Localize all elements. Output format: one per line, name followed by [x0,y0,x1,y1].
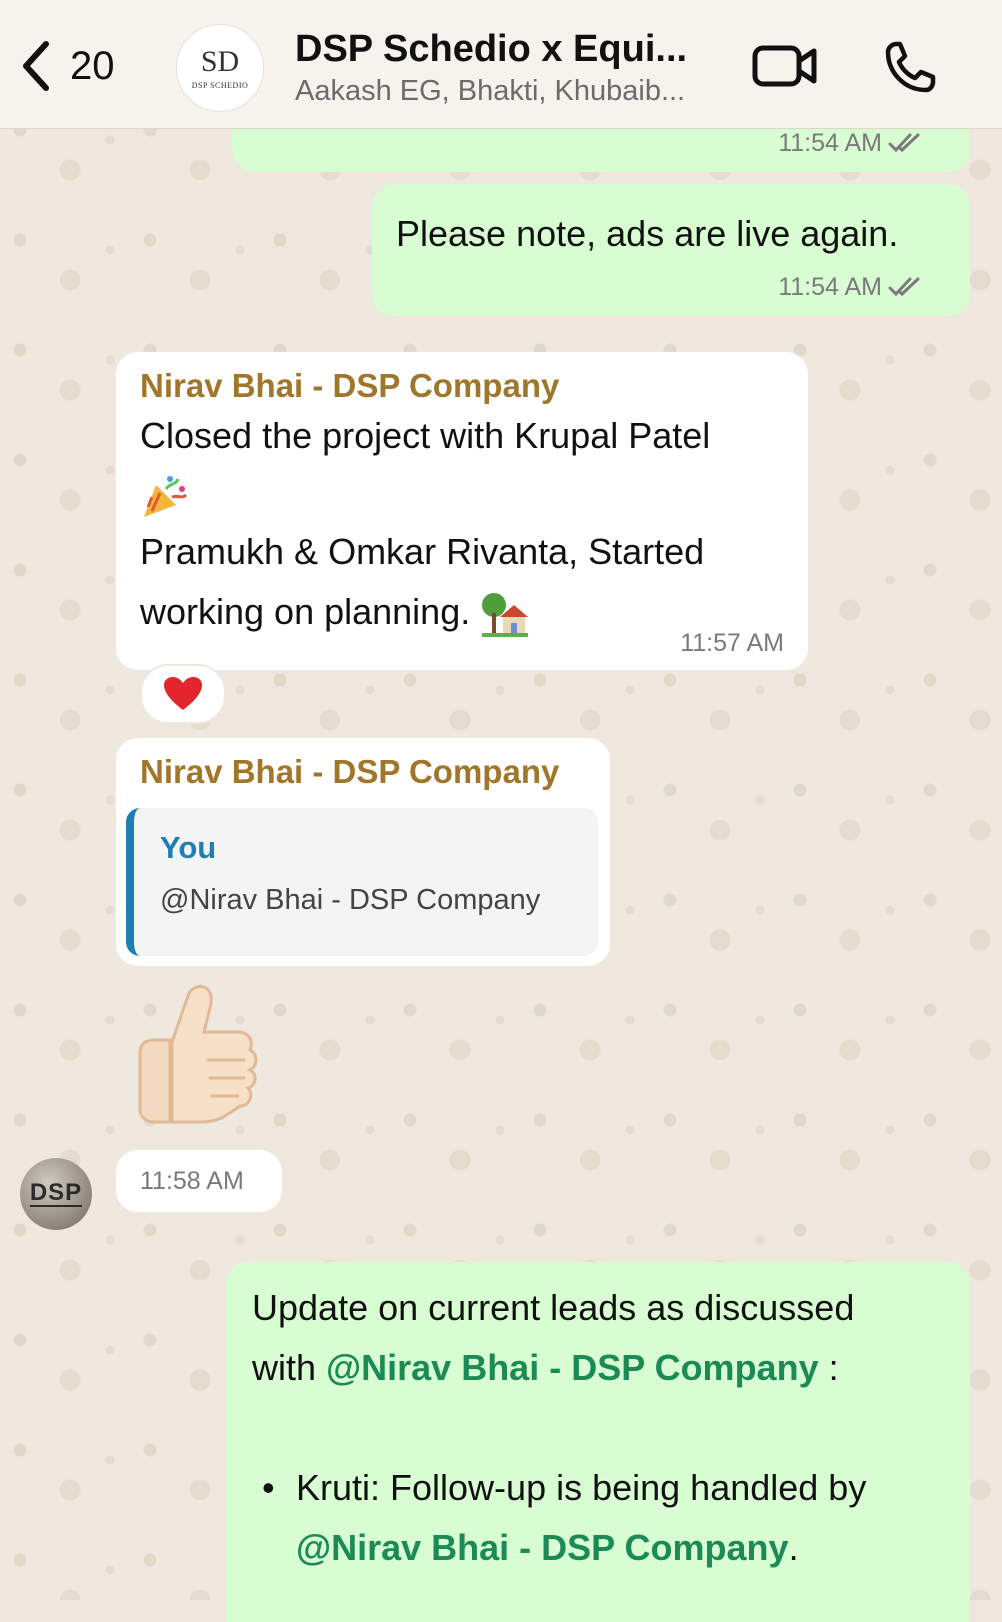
house-with-garden-icon [482,593,529,638]
party-popper-emoji [140,466,784,522]
mention-link[interactable]: @Nirav Bhai - DSP Company [326,1347,819,1388]
heart-reaction[interactable] [140,664,226,724]
chat-title[interactable]: DSP Schedio x Equi... [295,28,725,71]
reply-message-bubble[interactable]: Nirav Bhai - DSP Company You @Nirav Bhai… [116,738,610,966]
timestamp-bubble: 11:58 AM [116,1150,282,1212]
avatar-brand: DSP SCHEDIO [191,80,249,90]
chevron-left-icon [23,41,49,91]
thumbs-up-icon [138,984,258,1124]
message-meta: 11:54 AM [778,128,922,158]
mention-link[interactable]: @Nirav Bhai - DSP Company [296,1527,789,1568]
thumbs-up-emoji[interactable] [120,982,270,1137]
message-bubble-outgoing[interactable]: Please note, ads are live again. 11:54 A… [372,184,970,316]
message-text: : [818,1347,839,1388]
message-meta: 11:58 AM [140,1166,244,1196]
double-check-icon [888,133,920,153]
video-camera-icon [752,45,817,87]
phone-icon [885,41,936,93]
bullet-item: • Kruti: Follow-up is being handled by @… [262,1458,942,1578]
sender-avatar-label: DSP [29,1179,83,1207]
back-button[interactable]: 20 [18,38,115,94]
quoted-author: You [160,830,217,865]
group-avatar[interactable]: SD DSP SCHEDIO [176,24,264,112]
message-bubble-outgoing[interactable]: Update on current leads as discussed wit… [226,1262,970,1622]
message-bubble-incoming[interactable]: Nirav Bhai - DSP Company Closed the proj… [116,352,808,670]
message-meta: 11:54 AM [778,272,922,302]
message-line: Pramukh & Omkar Rivanta, Started [140,531,705,572]
message-sender[interactable]: Nirav Bhai - DSP Company [140,366,784,406]
message-line: Closed the project with Krupal Patel [140,415,711,456]
chat-header: 20 SD DSP SCHEDIO DSP Schedio x Equi... … [0,0,1002,129]
message-meta: 11:57 AM [680,628,784,658]
message-time: 11:54 AM [778,129,882,157]
message-text: Please note, ads are live again. [396,213,899,254]
party-popper-icon [144,476,188,518]
message-sender[interactable]: Nirav Bhai - DSP Company [140,752,586,792]
bullet-marker: • [262,1467,275,1508]
message-text: with [252,1347,327,1388]
chat-participants[interactable]: Aakash EG, Bhakti, Khubaib... [295,75,725,108]
chat-title-area[interactable]: DSP Schedio x Equi... Aakash EG, Bhakti,… [295,28,725,108]
unread-count[interactable]: 20 [70,44,115,89]
bullet-text: Kruti: Follow-up is being handled by [296,1467,867,1508]
message-time: 11:58 AM [140,1167,244,1195]
video-call-button[interactable] [752,42,818,95]
quoted-message[interactable]: You @Nirav Bhai - DSP Company [126,808,598,956]
message-line: working on planning. [140,591,471,632]
message-text: . [788,1527,799,1568]
red-heart-icon [164,677,202,710]
voice-call-button[interactable] [884,40,936,99]
avatar-monogram: SD [200,44,240,78]
double-check-icon [888,277,920,297]
sender-avatar[interactable]: DSP [20,1158,92,1230]
quoted-text: @Nirav Bhai - DSP Company [160,884,541,916]
message-line: Update on current leads as discussed [252,1287,855,1328]
message-time: 11:54 AM [778,273,882,301]
message-time: 11:57 AM [680,629,784,657]
